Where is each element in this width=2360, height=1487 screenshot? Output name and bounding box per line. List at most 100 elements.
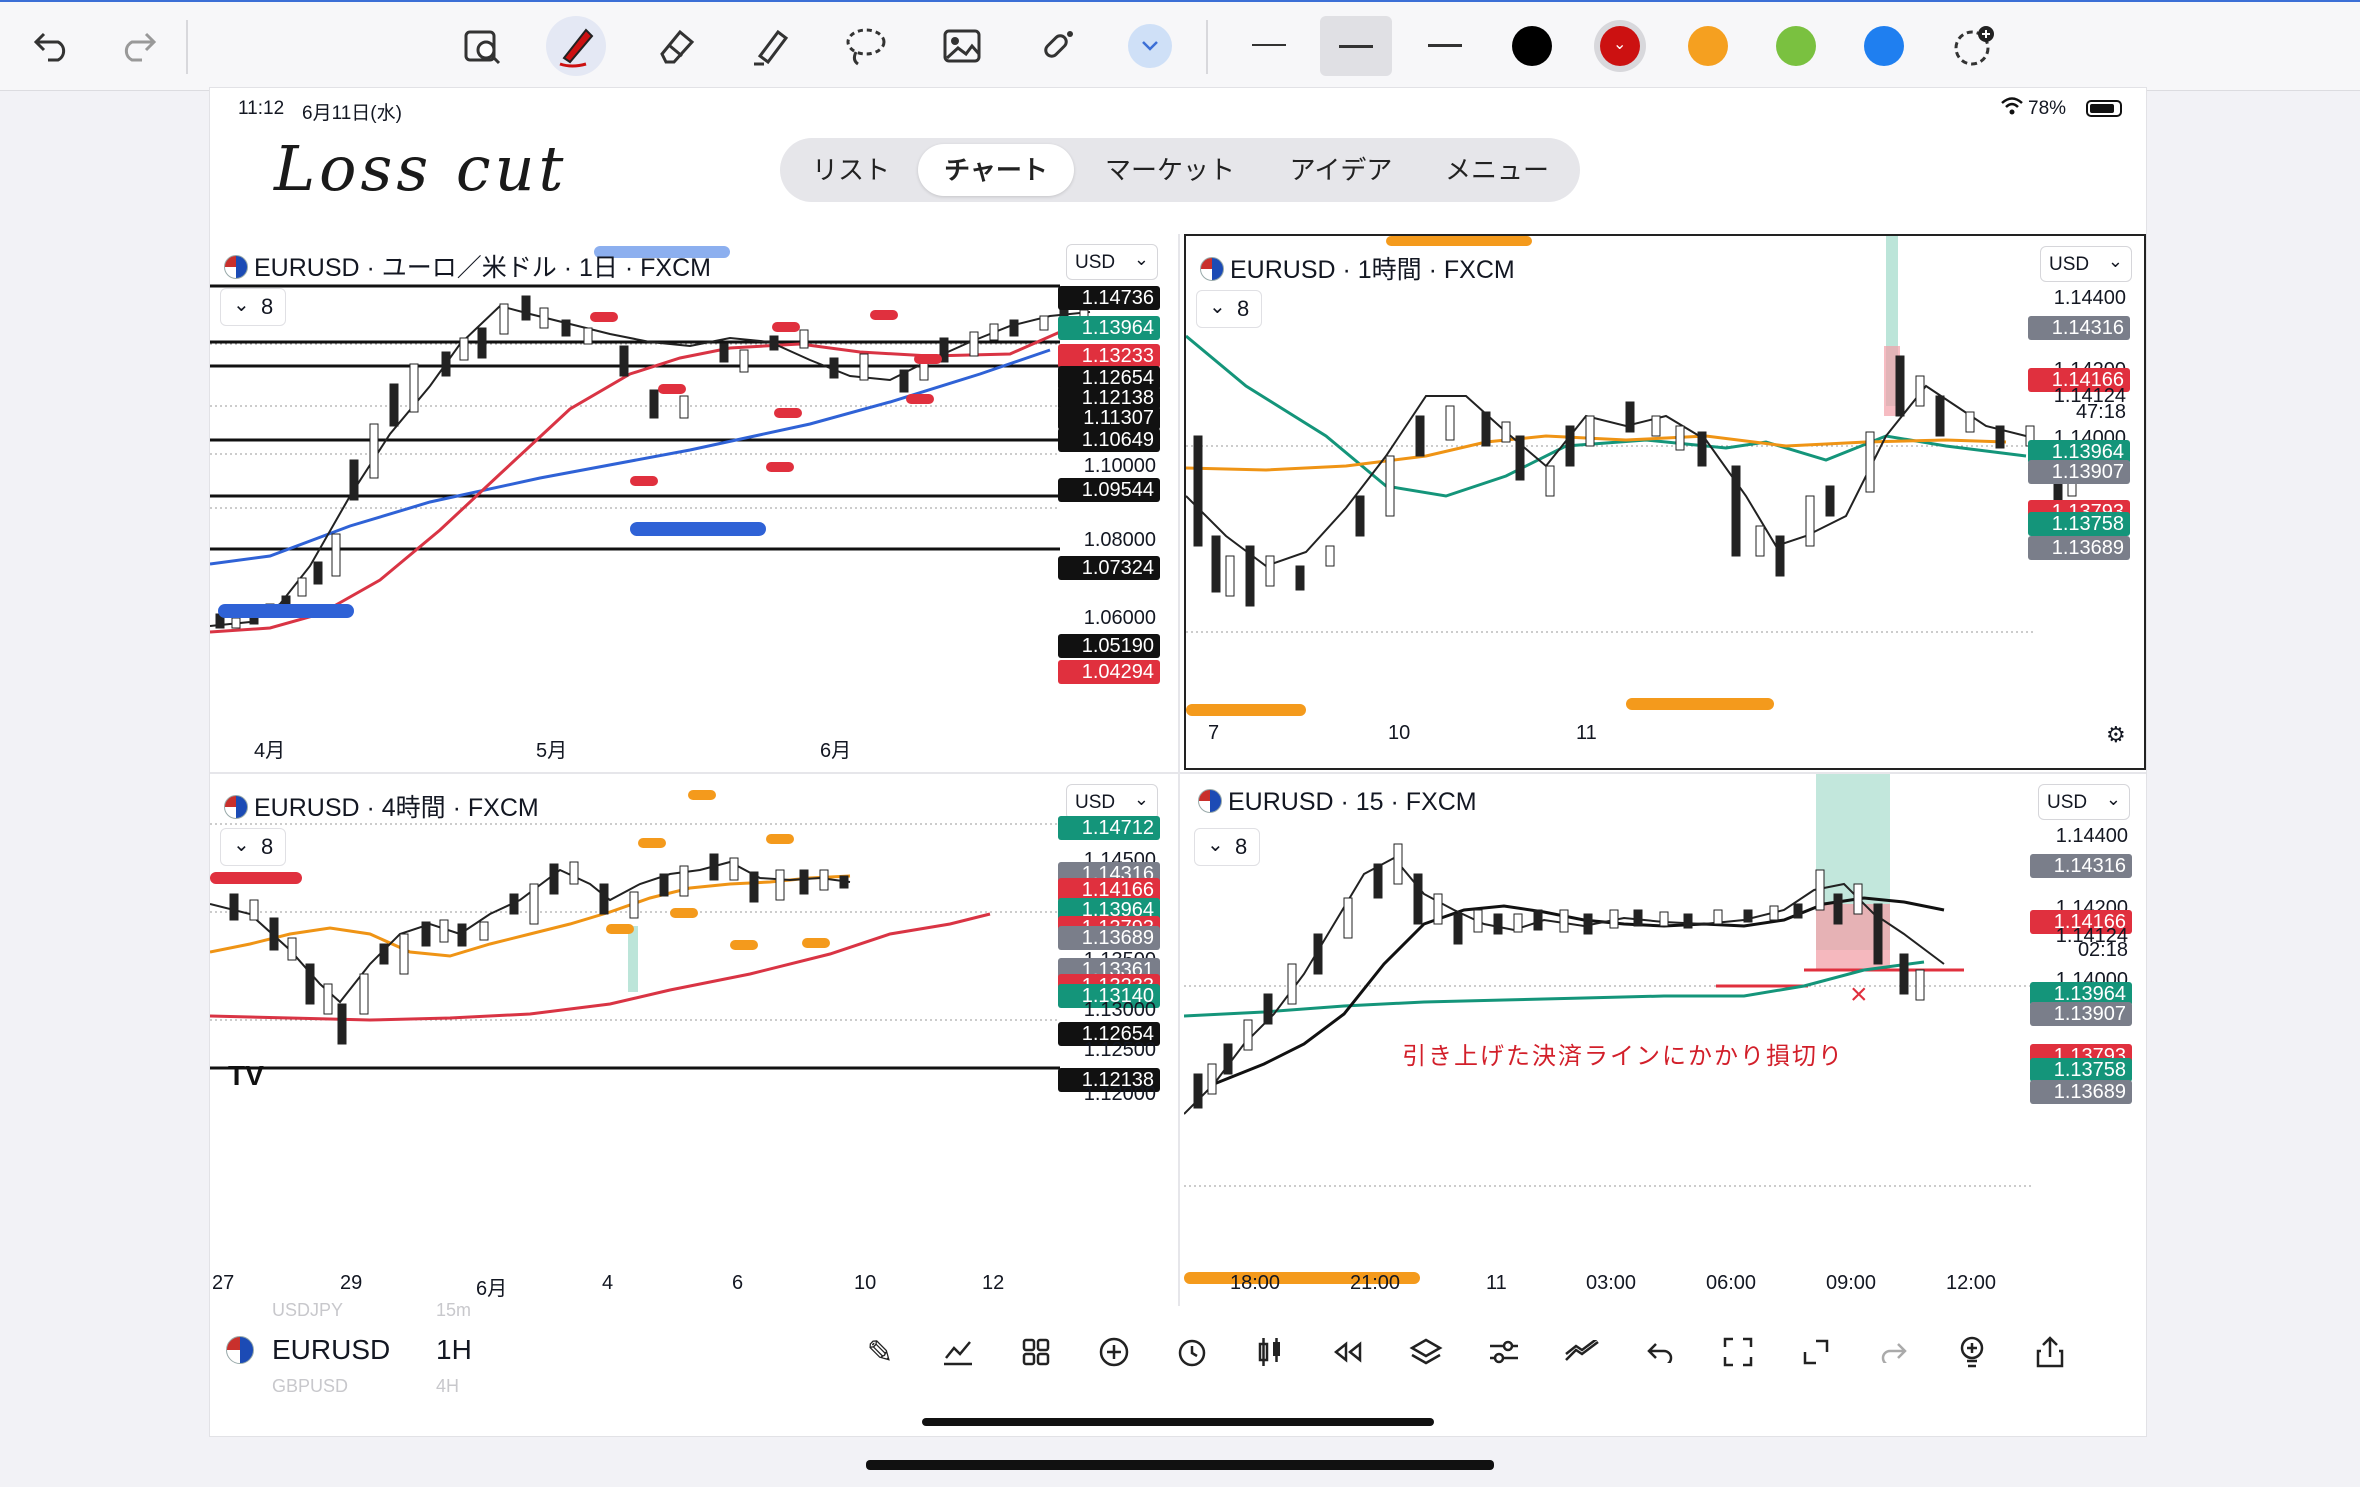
indicator-toggle[interactable]: ⌄ 8	[1194, 828, 1260, 866]
handwritten-title: Loss cut	[274, 132, 568, 205]
home-indicator	[922, 1418, 1434, 1426]
price-label: 1.12500	[1083, 1039, 1156, 1061]
currency-select[interactable]: USD	[2038, 781, 2130, 820]
price-label: 02:18	[2077, 939, 2128, 961]
panel-title: EURUSD · 1時間 · FXCM	[1200, 250, 1515, 286]
candlestick-icon[interactable]	[1246, 1328, 1294, 1376]
replay-icon[interactable]	[1324, 1328, 1372, 1376]
color-green-swatch[interactable]	[1776, 26, 1816, 66]
x-tick: 7	[1208, 722, 1220, 744]
add-circle-icon[interactable]	[1090, 1328, 1138, 1376]
symbol-picker-below: GBPUSD	[272, 1376, 349, 1396]
status-time: 11:12	[238, 98, 285, 119]
color-orange-swatch[interactable]	[1688, 26, 1728, 66]
image-icon[interactable]	[932, 16, 992, 76]
ipad-screen: 11:12 6月11日(水) 78% Loss cut リスト チャート マーケ…	[210, 88, 2146, 1436]
price-label: 1.14712	[1058, 816, 1160, 840]
lasso-icon[interactable]	[836, 16, 896, 76]
x-tick: 11	[1486, 1272, 1507, 1294]
tab-list[interactable]: リスト	[788, 144, 914, 196]
indicator-toggle[interactable]: ⌄ 8	[1196, 290, 1262, 328]
line-thick-icon[interactable]	[1428, 44, 1462, 47]
line-medium-icon[interactable]	[1320, 16, 1392, 76]
price-label: 1.13689	[2030, 1080, 2132, 1104]
tab-market[interactable]: マーケット	[1078, 144, 1262, 196]
symbol-picker[interactable]: EURUSD	[272, 1334, 390, 1366]
undo-chart-icon[interactable]	[1636, 1328, 1684, 1376]
price-label: 47:18	[2075, 401, 2126, 423]
currency-select[interactable]: USD	[2040, 243, 2132, 282]
indicator-toggle[interactable]: ⌄ 8	[220, 288, 286, 326]
x-tick: 4	[602, 1272, 614, 1294]
x-tick: 27	[212, 1272, 235, 1294]
status-bar: 11:12 6月11日(水) 78%	[210, 88, 2146, 128]
settings-gear-icon[interactable]: ⚙	[2106, 722, 2126, 748]
crop-select-icon[interactable]	[1714, 1328, 1762, 1376]
chevron-down-icon: ⌄	[1209, 296, 1226, 318]
interval-picker-below: 4H	[436, 1376, 460, 1396]
color-blue-swatch[interactable]	[1864, 26, 1904, 66]
layers-icon[interactable]	[1402, 1328, 1450, 1376]
panel-title-text: EURUSD · ユーロ／米ドル · 1日 · FXCM	[254, 254, 711, 282]
pen-icon[interactable]	[546, 16, 606, 76]
color-black-swatch[interactable]	[1512, 26, 1552, 66]
chart-panel-daily[interactable]: EURUSD · ユーロ／米ドル · 1日 · FXCM USD ⌄8 4月 5…	[210, 234, 1174, 770]
compare-symbols-icon[interactable]	[1558, 1328, 1606, 1376]
dropdown-chevron-icon[interactable]	[1128, 24, 1172, 68]
currency-select[interactable]: USD	[1066, 781, 1158, 820]
color-red-swatch[interactable]: ⌄	[1600, 26, 1640, 66]
panel-title-text: EURUSD · 1時間 · FXCM	[1230, 256, 1515, 284]
chart-panel-4h[interactable]: EURUSD · 4時間 · FXCM USD ⌄8 TV 27 29 6月 4…	[210, 774, 1174, 1310]
price-label: 1.14400	[2055, 825, 2128, 847]
tab-menu[interactable]: メニュー	[1420, 144, 1574, 196]
indicator-count: 8	[1235, 834, 1248, 859]
price-label: 1.13000	[1083, 999, 1156, 1021]
loss-cut-x-mark: ×	[1850, 978, 1868, 1011]
x-tick: 10	[854, 1272, 877, 1294]
settings-sliders-icon[interactable]	[1480, 1328, 1528, 1376]
chart-panel-15m[interactable]: × 引き上げた決済ラインにかかり損切り EURUSD · 15 · FXCM U…	[1184, 774, 2146, 1310]
drawing-pen-icon[interactable]: ✎	[856, 1328, 904, 1376]
interval-picker[interactable]: 1H	[436, 1334, 472, 1366]
battery-icon	[2086, 100, 2122, 117]
currency-select[interactable]: USD	[1066, 241, 1158, 280]
chart-panel-1h[interactable]: EURUSD · 1時間 · FXCM USD ⌄8 7 10 11 ⚙ 1.1…	[1184, 234, 2146, 770]
price-label: 1.13758	[2028, 512, 2130, 536]
tab-chart[interactable]: チャート	[918, 144, 1074, 196]
panel-title-text: EURUSD · 15 · FXCM	[1228, 788, 1477, 816]
daily-chart-canvas[interactable]	[210, 234, 1174, 770]
eu-us-flag-icon	[1198, 789, 1222, 813]
price-label: 1.13233	[1058, 344, 1160, 368]
indicator-count: 8	[1237, 296, 1250, 321]
price-label: 1.13907	[2030, 1002, 2132, 1026]
x-tick: 11	[1576, 722, 1597, 744]
x-tick: 03:00	[1586, 1272, 1637, 1294]
tab-ideas[interactable]: アイデア	[1266, 144, 1416, 196]
undo-icon[interactable]	[22, 16, 82, 76]
layout-grid-icon[interactable]	[1012, 1328, 1060, 1376]
eu-us-flag-icon	[224, 795, 248, 819]
magic-tape-icon[interactable]	[1028, 16, 1088, 76]
indicator-toggle[interactable]: ⌄ 8	[220, 828, 286, 866]
indicators-icon[interactable]	[934, 1328, 982, 1376]
fullscreen-icon[interactable]	[1792, 1328, 1840, 1376]
eraser-icon[interactable]	[646, 16, 706, 76]
idea-lightbulb-icon[interactable]	[1948, 1328, 1996, 1376]
line-thin-icon[interactable]	[1252, 44, 1286, 46]
zoom-image-icon[interactable]	[452, 16, 512, 76]
share-icon[interactable]	[2026, 1328, 2074, 1376]
1h-chart-canvas[interactable]	[1186, 236, 2146, 770]
chevron-down-icon: ⌄	[233, 294, 250, 316]
panel-title: EURUSD · ユーロ／米ドル · 1日 · FXCM	[224, 248, 711, 284]
alarm-clock-icon[interactable]	[1168, 1328, 1216, 1376]
4h-chart-canvas[interactable]	[210, 774, 1174, 1310]
tradingview-logo: TV	[228, 1060, 264, 1091]
price-label: 1.13964	[1058, 316, 1160, 340]
redo-icon[interactable]	[108, 16, 168, 76]
color-add-icon[interactable]	[1944, 16, 2004, 76]
redo-chart-icon[interactable]	[1870, 1328, 1918, 1376]
panel-title-text: EURUSD · 4時間 · FXCM	[254, 794, 539, 822]
price-label: 1.14400	[2053, 287, 2126, 309]
x-tick: 06:00	[1706, 1272, 1757, 1294]
highlighter-icon[interactable]	[740, 16, 800, 76]
